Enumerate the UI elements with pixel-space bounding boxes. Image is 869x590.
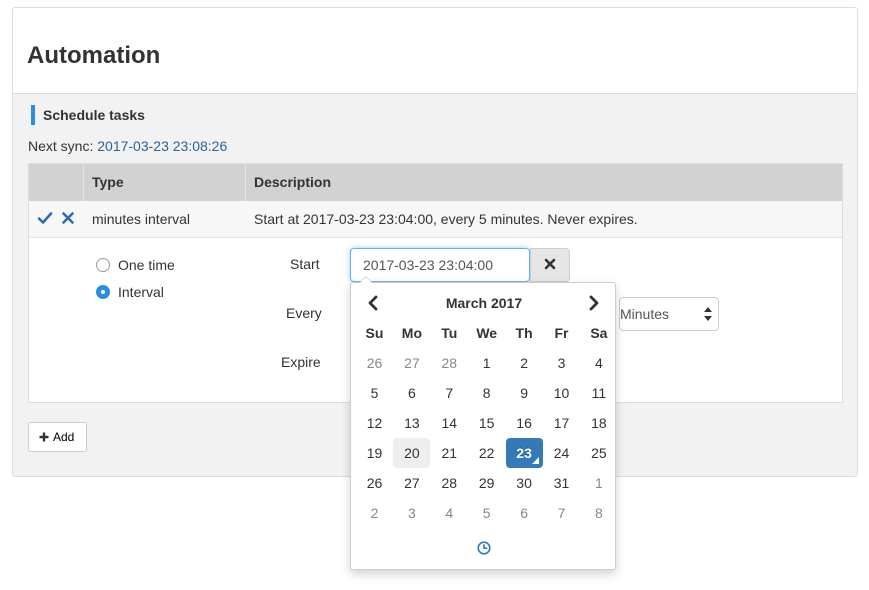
calendar-day[interactable]: 26	[356, 348, 393, 378]
calendar-day[interactable]: 8	[468, 378, 505, 408]
start-date-input[interactable]	[350, 248, 530, 282]
calendar-day[interactable]: 2	[356, 498, 393, 528]
calendar-day[interactable]: 11	[580, 378, 617, 408]
calendar-day[interactable]: 6	[506, 498, 543, 528]
calendar-day[interactable]: 9	[506, 378, 543, 408]
radio-one-time[interactable]: One time	[96, 255, 175, 275]
calendar-day[interactable]: 21	[431, 438, 468, 468]
select-value: Minutes	[620, 306, 670, 322]
calendar-day[interactable]: 7	[543, 498, 580, 528]
row-description: Start at 2017-03-23 23:04:00, every 5 mi…	[254, 211, 638, 227]
radio-label: Interval	[118, 284, 164, 300]
calendar-day[interactable]: 2	[506, 348, 543, 378]
calendar-day[interactable]: 12	[356, 408, 393, 438]
clear-date-button[interactable]	[530, 248, 570, 282]
datepicker-month[interactable]: March 2017	[391, 292, 577, 314]
calendar-day[interactable]: 24	[543, 438, 580, 468]
chevron-left-icon[interactable]	[361, 292, 385, 314]
calendar-day[interactable]: 14	[431, 408, 468, 438]
calendar-day[interactable]: 3	[393, 498, 430, 528]
calendar-day[interactable]: 17	[543, 408, 580, 438]
calendar-day-selected[interactable]: 23	[505, 438, 543, 468]
calendar-day[interactable]: 1	[580, 468, 617, 498]
table-row: minutes interval Start at 2017-03-23 23:…	[29, 201, 842, 238]
radio-interval[interactable]: Interval	[96, 282, 164, 302]
calendar-day[interactable]: 29	[468, 468, 505, 498]
weekday-header: Th	[515, 325, 533, 341]
add-button[interactable]: Add	[28, 422, 87, 452]
calendar-day[interactable]: 27	[393, 348, 430, 378]
weekday-header: Su	[365, 325, 384, 341]
calendar-day[interactable]: 4	[431, 498, 468, 528]
calendar-day[interactable]: 16	[506, 408, 543, 438]
calendar-day[interactable]: 22	[468, 438, 505, 468]
calendar-day[interactable]: 15	[468, 408, 505, 438]
calendar-day[interactable]: 8	[580, 498, 617, 528]
column-header-description: Description	[254, 174, 332, 190]
plus-icon	[39, 432, 49, 442]
section-heading: Schedule tasks	[31, 105, 145, 125]
calendar-day[interactable]: 26	[356, 468, 393, 498]
calendar-day[interactable]: 31	[543, 468, 580, 498]
every-label: Every	[286, 305, 322, 321]
calendar-day[interactable]: 6	[393, 378, 430, 408]
calendar-day[interactable]: 1	[468, 348, 505, 378]
radio-label: One time	[118, 257, 175, 273]
weekday-header: Sa	[590, 325, 608, 341]
calendar-day[interactable]: 30	[506, 468, 543, 498]
calendar-day[interactable]: 5	[356, 378, 393, 408]
calendar-day[interactable]: 25	[580, 438, 617, 468]
radio-button[interactable]	[96, 285, 110, 299]
chevron-right-icon[interactable]	[582, 292, 606, 314]
weekday-header: Tu	[441, 325, 458, 341]
clock-icon[interactable]	[477, 541, 491, 555]
expire-label: Expire	[281, 354, 321, 370]
times-icon	[544, 258, 556, 269]
next-sync-label: Next sync:	[28, 138, 94, 154]
calendar-day[interactable]: 28	[431, 468, 468, 498]
add-button-label: Add	[53, 430, 75, 444]
column-header-type: Type	[92, 174, 124, 190]
panel-header: Automation	[13, 8, 857, 94]
next-sync-value: 2017-03-23 23:08:26	[97, 138, 228, 154]
calendar-day[interactable]: 20	[393, 438, 431, 468]
weekday-header: We	[476, 325, 498, 341]
calendar-day[interactable]: 4	[580, 348, 617, 378]
start-label: Start	[290, 256, 320, 272]
weekday-header: Fr	[554, 325, 569, 341]
calendar-day[interactable]: 7	[431, 378, 468, 408]
datepicker: March 2017 Su Mo Tu We Th Fr Sa 26 27 28 1 2 3 4 5 6 7 8 9…	[350, 276, 617, 570]
times-icon[interactable]	[60, 210, 76, 226]
row-type: minutes interval	[92, 211, 191, 227]
calendar-day[interactable]: 13	[393, 408, 430, 438]
calendar-day[interactable]: 5	[468, 498, 505, 528]
radio-button[interactable]	[96, 258, 110, 272]
next-sync: Next sync: 2017-03-23 23:08:26	[28, 136, 227, 156]
interval-unit-select[interactable]: Minutes	[619, 297, 719, 331]
page-title: Automation	[27, 42, 161, 69]
calendar-day[interactable]: 10	[543, 378, 580, 408]
check-icon[interactable]	[37, 210, 53, 226]
calendar-day[interactable]: 28	[431, 348, 468, 378]
calendar-day[interactable]: 18	[580, 408, 617, 438]
weekday-header: Mo	[401, 325, 422, 341]
updown-arrows-icon	[704, 307, 712, 321]
calendar-day[interactable]: 3	[543, 348, 580, 378]
table-header: Type Description	[29, 164, 842, 201]
calendar-day[interactable]: 27	[393, 468, 430, 498]
calendar-day[interactable]: 19	[356, 438, 393, 468]
